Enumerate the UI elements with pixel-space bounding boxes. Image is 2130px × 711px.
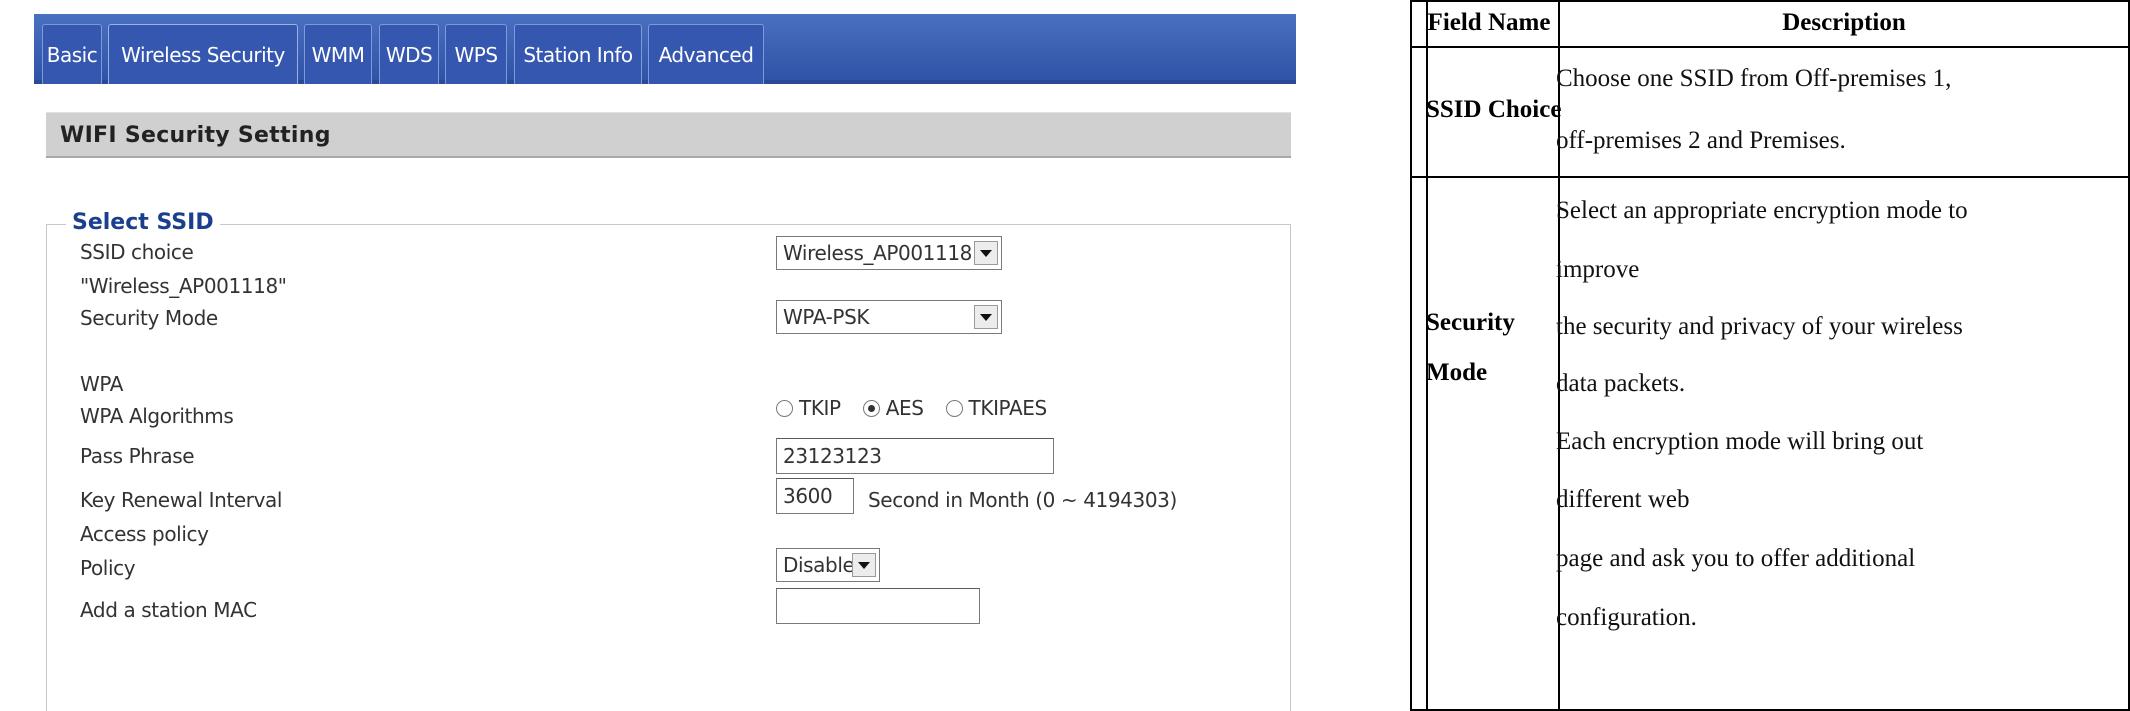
add-mac-input[interactable] — [776, 588, 980, 624]
key-renewal-label: Key Renewal Interval — [80, 488, 283, 512]
router-config-screenshot: Basic Wireless Security WMM WDS WPS Stat… — [34, 14, 1296, 711]
radio-tkip[interactable]: TKIP — [776, 396, 841, 420]
security-mode-value: WPA-PSK — [783, 305, 870, 329]
add-mac-label: Add a station MAC — [80, 598, 257, 622]
desc-line: page and ask you to offer additional — [1556, 545, 1916, 572]
tab-basic[interactable]: Basic — [42, 24, 102, 84]
ssid-choice-select[interactable]: Wireless_AP001118 — [776, 236, 1002, 270]
key-renewal-hint: Second in Month (0 ~ 4194303) — [868, 488, 1177, 512]
tab-station-info[interactable]: Station Info — [514, 24, 642, 84]
pass-phrase-label: Pass Phrase — [80, 444, 195, 468]
pass-phrase-input[interactable]: 23123123 — [776, 438, 1054, 474]
key-renewal-value: 3600 — [783, 484, 833, 508]
radio-dot-aes — [862, 399, 880, 417]
ssid-choice-label: SSID choice — [80, 240, 194, 264]
tab-wmm[interactable]: WMM — [304, 24, 372, 84]
desc-line: the security and privacy of your wireles… — [1556, 313, 1963, 340]
policy-label: Policy — [80, 556, 136, 580]
radio-dot-tkipaes — [945, 399, 963, 417]
desc-line: data packets. — [1556, 370, 1686, 397]
radio-label-aes: AES — [885, 396, 924, 420]
tab-advanced[interactable]: Advanced — [648, 24, 764, 84]
desc-line: improve — [1556, 256, 1640, 283]
section-header: WIFI Security Setting — [46, 112, 1291, 158]
table-border-outer-left — [1410, 0, 1412, 711]
chevron-down-icon — [974, 305, 998, 329]
table-border-top — [1410, 0, 2130, 2]
chevron-down-icon — [852, 553, 876, 577]
desc-line: Select an appropriate encryption mode to — [1556, 197, 1968, 224]
radio-aes[interactable]: AES — [862, 396, 924, 420]
fieldset-legend: Select SSID — [66, 210, 220, 235]
radio-label-tkipaes: TKIPAES — [968, 396, 1048, 420]
security-mode-label: Security Mode — [80, 306, 218, 330]
key-renewal-input[interactable]: 3600 — [776, 478, 854, 514]
access-policy-label: Access policy — [80, 522, 209, 546]
tab-wps[interactable]: WPS — [445, 24, 507, 84]
cell-mode: Mode — [1426, 359, 1488, 386]
ssid-choice-value: Wireless_AP001118 — [783, 241, 972, 265]
policy-value: Disable — [783, 553, 855, 577]
desc-line: Each encryption mode will bring out — [1556, 428, 1924, 455]
cell-ssid-choice: SSID Choice — [1426, 96, 1562, 123]
table-header-divider — [1410, 46, 2130, 48]
tab-wireless-security[interactable]: Wireless Security — [108, 24, 298, 84]
table-header-description: Description — [1782, 9, 1906, 36]
security-mode-select[interactable]: WPA-PSK — [776, 300, 1002, 334]
table-row-divider — [1410, 176, 2130, 178]
radio-dot-tkip — [776, 399, 793, 417]
cell-security: Security — [1426, 309, 1515, 336]
policy-select[interactable]: Disable — [776, 548, 880, 582]
tab-bar: Basic Wireless Security WMM WDS WPS Stat… — [34, 14, 1296, 84]
desc-line: different web — [1556, 486, 1690, 513]
radio-tkipaes[interactable]: TKIPAES — [945, 396, 1048, 420]
desc-line: Choose one SSID from Off-premises 1, — [1556, 65, 1952, 92]
ssid-name-label: "Wireless_AP001118" — [80, 274, 287, 298]
tab-wds[interactable]: WDS — [379, 24, 439, 84]
pass-phrase-value: 23123123 — [783, 444, 882, 468]
radio-label-tkip: TKIP — [799, 396, 841, 420]
section-title: WIFI Security Setting — [60, 123, 331, 148]
wpa-algorithms-label: WPA Algorithms — [80, 404, 234, 428]
wpa-algorithm-radios: TKIP AES TKIPAES — [776, 396, 1069, 420]
chevron-down-icon — [974, 241, 998, 265]
desc-line: off-premises 2 and Premises. — [1556, 127, 1846, 154]
desc-line: configuration. — [1556, 604, 1697, 631]
table-header-field: Field Name — [1427, 9, 1551, 36]
wpa-label: WPA — [80, 372, 124, 396]
